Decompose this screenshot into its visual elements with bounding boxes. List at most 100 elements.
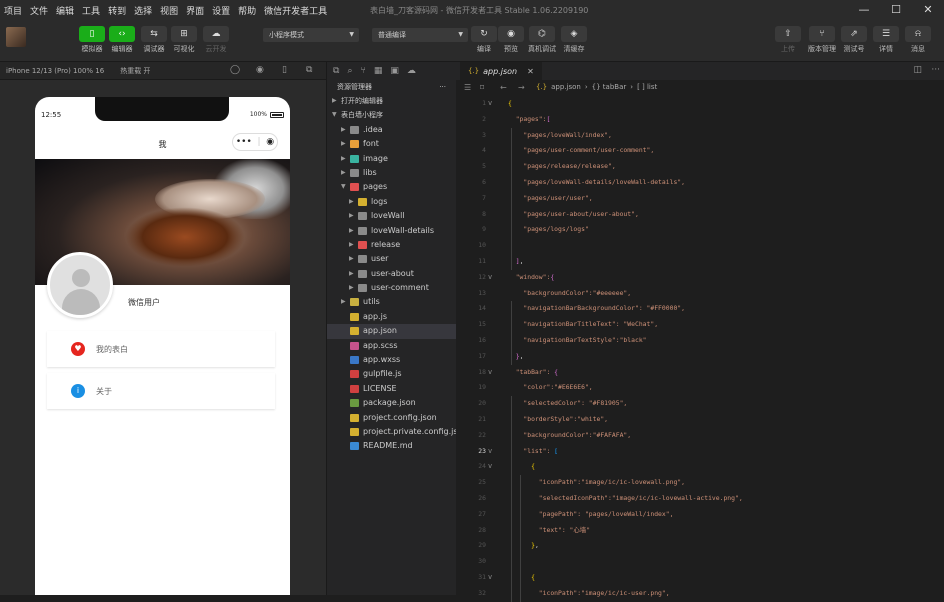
toolbar-button[interactable]: ⍾ 消息 — [904, 26, 932, 54]
toolbar-button[interactable]: ⇧ 上传 — [774, 26, 802, 54]
line-number: 13 — [478, 288, 486, 297]
menu-item[interactable]: 帮助 — [234, 4, 260, 17]
card-my-confession[interactable]: ♥ 我的表白 — [47, 331, 275, 367]
tree-file[interactable]: app.js — [327, 310, 456, 324]
tree-folder[interactable]: ▶ user — [327, 252, 456, 266]
fold-chevron-icon[interactable]: v — [488, 270, 492, 286]
back-arrow-icon[interactable]: ← — [500, 83, 507, 92]
device-select[interactable]: iPhone 12/13 (Pro) 100% 16 — [0, 67, 104, 75]
project-section[interactable]: ▼ 表白墙小程序 — [327, 108, 456, 122]
tree-file[interactable]: README.md — [327, 439, 456, 453]
capsule-menu[interactable]: ••• | ◉ — [232, 133, 278, 151]
menu-item[interactable]: 视图 — [156, 4, 182, 17]
chevron-right-icon: ▶ — [349, 240, 354, 248]
toolbar-button[interactable]: ⇗ 测试号 — [840, 26, 868, 54]
hotreload-toggle[interactable]: 热重载 开 — [114, 66, 150, 76]
menu-item[interactable]: 编辑 — [52, 4, 78, 17]
tree-folder[interactable]: ▶ utils — [327, 295, 456, 309]
breadcrumb-item[interactable]: app.json — [551, 83, 581, 91]
minimize-icon[interactable]: — — [848, 0, 880, 20]
list-icon[interactable]: ☰ — [464, 83, 471, 92]
maximize-icon[interactable]: ☐ — [880, 0, 912, 20]
phone-icon[interactable]: ▯ — [282, 65, 287, 75]
code-text: "selectedIconPath":"image/ic/ic-lovewall… — [508, 491, 743, 507]
avatar[interactable] — [47, 252, 113, 318]
tree-file[interactable]: app.wxss — [327, 353, 456, 367]
menu-item[interactable]: 文件 — [26, 4, 52, 17]
breadcrumb-item[interactable]: [ ] list — [637, 83, 657, 91]
more-icon[interactable]: ··· — [931, 65, 940, 75]
close-icon[interactable]: ✕ — [527, 67, 534, 76]
close-circle-icon[interactable]: ◉ — [266, 137, 274, 147]
code-token: "iconPath":"image/ic/ic-user.png", — [508, 588, 670, 597]
forward-arrow-icon[interactable]: → — [518, 83, 525, 92]
fold-chevron-icon[interactable]: v — [488, 444, 492, 460]
close-icon[interactable]: ✕ — [912, 0, 944, 20]
folder-icon — [358, 284, 367, 293]
tree-file[interactable]: gulpfile.js — [327, 367, 456, 381]
mode-select[interactable]: 小程序模式 ▼ — [263, 28, 359, 42]
tree-folder[interactable]: ▶ .idea — [327, 123, 456, 137]
tree-folder[interactable]: ▶ logs — [327, 195, 456, 209]
toolbar-button[interactable]: ◈ 清缓存 — [560, 26, 588, 54]
tree-folder[interactable]: ▼ pages — [327, 180, 456, 194]
breadcrumb-item[interactable]: {} tabBar — [592, 83, 627, 91]
toolbar-button[interactable]: ⊞ 可视化 — [170, 26, 198, 54]
code-text: "iconPath":"image/ic/ic-user.png", — [508, 586, 670, 602]
toolbar-button[interactable]: ‹› 编辑器 — [108, 26, 136, 54]
menu-item[interactable]: 设置 — [208, 4, 234, 17]
chevron-right-icon: ▶ — [341, 298, 346, 306]
menu-item[interactable]: 转到 — [104, 4, 130, 17]
bookmark-icon[interactable]: ⌑ — [480, 83, 484, 92]
tree-folder[interactable]: ▶ release — [327, 238, 456, 252]
fold-chevron-icon[interactable]: v — [488, 459, 492, 475]
tree-file[interactable]: project.private.config.js... — [327, 425, 465, 439]
code-text: { — [508, 570, 535, 586]
cloud-icon[interactable]: ☁ — [407, 66, 416, 76]
tree-folder[interactable]: ▶ image — [327, 152, 456, 166]
tree-folder[interactable]: ▶ loveWall-details — [327, 224, 456, 238]
compile-select[interactable]: 普通编译 ▼ — [372, 28, 468, 42]
code-token: "list": — [508, 446, 555, 455]
menu-item[interactable]: 选择 — [130, 4, 156, 17]
tree-folder[interactable]: ▶ loveWall — [327, 209, 456, 223]
tree-file[interactable]: app.json — [327, 324, 456, 339]
toolbar-button[interactable]: ☁ 云开发 — [202, 26, 230, 54]
files-icon[interactable]: ⧉ — [333, 66, 339, 76]
open-editors-section[interactable]: ▶ 打开的编辑器 — [327, 94, 456, 108]
menu-item[interactable]: 界面 — [182, 4, 208, 17]
toolbar-button[interactable]: ⑂ 版本管理 — [808, 26, 836, 54]
stop-icon[interactable]: ◉ — [256, 65, 264, 75]
user-avatar-thumb[interactable] — [6, 27, 26, 47]
card-about[interactable]: i 关于 — [47, 373, 275, 409]
menu-item[interactable]: 工具 — [78, 4, 104, 17]
toolbar-button[interactable]: ⌬ 真机调试 — [528, 26, 556, 54]
more-icon[interactable]: ··· — [439, 80, 446, 94]
fold-chevron-icon[interactable]: v — [488, 365, 492, 381]
branch-icon[interactable]: ⑂ — [360, 66, 365, 76]
toolbar-button[interactable]: ◉ 预览 — [497, 26, 525, 54]
toolbar-button[interactable]: ☰ 详情 — [872, 26, 900, 54]
code-text: "navigationBarBackgroundColor": "#FF0000… — [508, 301, 685, 317]
split-editor-icon[interactable]: ◫ — [913, 65, 922, 75]
menu-item[interactable]: 微信开发者工具 — [260, 4, 331, 17]
tree-file[interactable]: app.scss — [327, 339, 456, 353]
extensions-icon[interactable]: ▦ — [374, 66, 383, 76]
menu-item[interactable]: 项目 — [0, 4, 26, 17]
fold-chevron-icon[interactable]: v — [488, 570, 492, 586]
tree-file[interactable]: LICENSE — [327, 382, 456, 396]
tab-app-json[interactable]: {.} app.json ✕ — [460, 62, 542, 80]
fold-chevron-icon[interactable]: v — [488, 96, 492, 112]
tree-file[interactable]: package.json — [327, 396, 456, 410]
record-icon[interactable]: ◯ — [230, 65, 240, 75]
tree-folder[interactable]: ▶ user-comment — [327, 281, 456, 295]
search-icon[interactable]: ⌕ — [347, 66, 352, 76]
tree-folder[interactable]: ▶ font — [327, 137, 456, 151]
chevron-right-icon: ▶ — [349, 197, 354, 205]
window-icon[interactable]: ⧉ — [306, 65, 312, 75]
tree-folder[interactable]: ▶ user-about — [327, 267, 456, 281]
tree-folder[interactable]: ▶ libs — [327, 166, 456, 180]
debug-icon[interactable]: ▣ — [390, 66, 399, 76]
tree-file[interactable]: project.config.json — [327, 411, 456, 425]
more-dots-icon[interactable]: ••• — [236, 137, 252, 147]
